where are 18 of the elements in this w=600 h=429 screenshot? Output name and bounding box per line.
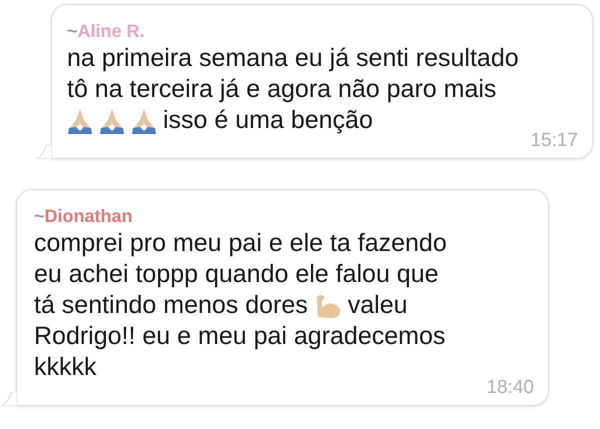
sender-prefix: ~ [67, 21, 78, 41]
message-text: isso é uma benção [163, 105, 373, 136]
praying-hands-icon [99, 108, 125, 134]
praying-hands-icon [67, 108, 93, 134]
message-time: 18:40 [486, 377, 534, 399]
message-text: comprei pro meu pai e ele ta fazendo [34, 228, 447, 259]
message-text: Rodrigo!! eu e meu pai agradecemos [34, 321, 446, 352]
message-text: kkkkk [34, 352, 96, 383]
message-time: 15:17 [530, 130, 578, 152]
message-text: eu achei toppp quando ele falou que [34, 259, 439, 290]
message-text: valeu [348, 290, 408, 321]
sender-name: Aline R. [78, 21, 145, 41]
sender-prefix: ~ [34, 206, 45, 226]
message-text: na primeira semana eu já senti resultado [67, 43, 519, 74]
message-text: tô na terceira já e agora não paro mais [67, 74, 496, 105]
message-text: tá sentindo menos dores [34, 290, 308, 321]
sender-name: Dionathan [44, 206, 133, 226]
praying-hands-icon [131, 108, 157, 134]
